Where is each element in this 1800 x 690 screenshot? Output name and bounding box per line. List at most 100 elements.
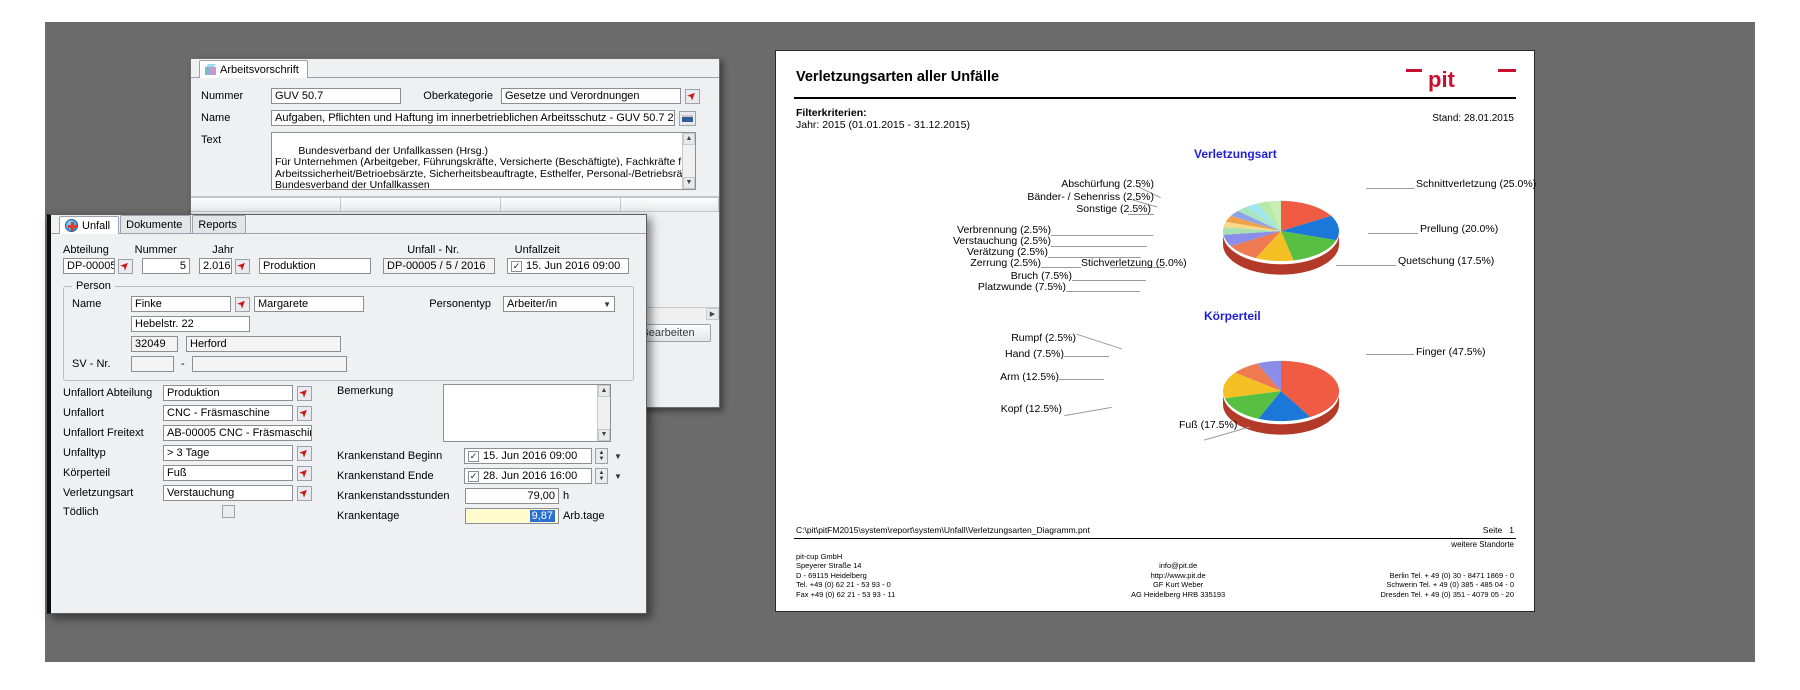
abteilung-red-arrow-icon[interactable]: ➤	[118, 258, 133, 274]
krankenstand-beginn-label: Krankenstand Beginn	[337, 450, 443, 462]
verletzungsart-input[interactable]: Verstauchung	[163, 485, 293, 501]
chart1-leader-verbrennung	[1051, 235, 1153, 236]
koerperteil-red-arrow-icon[interactable]: ➤	[297, 465, 312, 481]
oberkategorie-label: Oberkategorie	[423, 90, 493, 102]
unfalltyp-input[interactable]: > 3 Tage	[163, 445, 293, 461]
report-preview[interactable]: Verletzungsarten aller Unfälle pit Filte…	[775, 50, 1536, 612]
bemerkung-textarea[interactable]: ▲ ▼	[443, 384, 611, 442]
person-sv-row: SV - Nr. -	[72, 356, 625, 372]
chevron-down-icon-2[interactable]: ▼	[600, 300, 611, 309]
bemerkung-scroll-up-icon[interactable]: ▲	[598, 385, 610, 397]
krankenstand-beginn-input[interactable]: ✓ 15. Jun 2016 09:00	[464, 448, 592, 464]
footer-right: Berlin Tel. + 49 (0) 30 - 8471 1869 - 0 …	[1380, 570, 1515, 599]
krankenstand-ende-checkbox[interactable]: ✓	[468, 470, 479, 482]
tab-dokumente[interactable]: Dokumente	[120, 215, 192, 233]
krankenstand-beginn-chevron-down-icon[interactable]: ▼	[611, 452, 622, 461]
footer-left: pit-cup GmbH Speyerer Straße 14 D - 6911…	[796, 551, 896, 599]
report-page-number: 1	[1509, 525, 1514, 535]
fg-tabstrip: Unfall Dokumente Reports	[51, 215, 646, 234]
krankenstand-ende-spinner[interactable]: ▲ ▼	[595, 468, 608, 484]
krankenstandsstunden-input[interactable]: 79,00	[465, 488, 559, 504]
abteilung-input[interactable]: DP-00005	[63, 258, 115, 274]
plz-input[interactable]: 32049	[131, 336, 178, 352]
person-street-row: Hebelstr. 22	[72, 316, 625, 332]
oberkategorie-input[interactable]: Gesetze und Verordnungen	[501, 88, 681, 104]
unfallnr-input: DP-00005 / 5 / 2016	[383, 258, 495, 274]
toedlich-checkbox[interactable]	[221, 505, 235, 518]
name-input[interactable]: Aufgaben, Pflichten und Haftung im inner…	[271, 110, 675, 126]
sv-separator: -	[181, 358, 185, 370]
ort-input[interactable]: Herford	[186, 336, 341, 352]
printer-icon[interactable]	[679, 110, 696, 126]
toedlich-label: Tödlich	[63, 505, 99, 518]
bemerkung-vertical-scrollbar[interactable]: ▲ ▼	[597, 385, 610, 441]
sv-a-input[interactable]	[131, 356, 174, 372]
person-group: Person Name Finke ➤ Margarete Personenty…	[63, 280, 634, 381]
person-city-row: 32049 Herford	[72, 336, 625, 352]
row-text: Text Bundesverband der Unfallkassen (Hrs…	[201, 132, 709, 190]
unfallort-freitext-input[interactable]: AB-00005 CNC - Fräsmaschine	[163, 425, 312, 441]
verletzungsart-red-arrow-icon[interactable]: ➤	[297, 485, 312, 501]
oberkategorie-red-arrow-icon[interactable]: ➤	[685, 88, 700, 104]
chart2-label-hand: Hand (7.5%)	[1005, 348, 1064, 360]
bereich-input[interactable]: Produktion	[259, 258, 371, 274]
sv-b-input[interactable]	[191, 356, 347, 372]
chart1-leader-zerrung	[1041, 267, 1081, 268]
unfallort-red-arrow-icon[interactable]: ➤	[297, 405, 312, 421]
pit-logo: pit	[1406, 65, 1516, 95]
chart1-label-stichverletzung: Stichverletzung (5.0%)	[1081, 257, 1187, 269]
tab-reports[interactable]: Reports	[192, 215, 246, 233]
details-right: Bemerkung ▲ ▼ Krankenstand Beginn ✓ 15. …	[337, 384, 627, 524]
jahr-input[interactable]: 2.016	[199, 258, 232, 274]
name-label2: Name	[72, 298, 102, 310]
text-textarea[interactable]: Bundesverband der Unfallkassen (Hrsg.) F…	[271, 132, 696, 190]
krankenstand-beginn-spinner[interactable]: ▲ ▼	[595, 448, 608, 464]
grid-header[interactable]	[191, 197, 719, 212]
row-koerperteil: Körperteil Fuß ➤	[63, 465, 323, 481]
chart1-label-platzwunde: Platzwunde (7.5%)	[977, 281, 1066, 293]
nummer-input2[interactable]: 5	[142, 258, 190, 274]
krankenstand-beginn-checkbox[interactable]: ✓	[468, 450, 479, 462]
chart1-leader-quetschung	[1336, 265, 1396, 266]
personentyp-select[interactable]: Arbeiter/in ▼	[503, 296, 615, 312]
scroll-right-icon[interactable]: ▶	[706, 308, 719, 320]
scroll-up-icon[interactable]: ▲	[683, 133, 695, 145]
tab-unfall[interactable]: Unfall	[59, 216, 120, 234]
jahr-red-arrow-icon[interactable]: ➤	[235, 258, 250, 274]
tab-dokumente-label: Dokumente	[126, 218, 183, 231]
unfall-form: Abteilung Nummer Jahr Unfall - Nr. Unfal…	[51, 234, 646, 524]
krankenstand-ende-input[interactable]: ✓ 28. Jun 2016 16:00	[464, 468, 592, 484]
scroll-down-icon[interactable]: ▼	[683, 177, 695, 189]
strasse-input[interactable]: Hebelstr. 22	[131, 316, 250, 332]
bg-form: Nummer GUV 50.7 Oberkategorie Gesetze un…	[191, 78, 719, 190]
krankentage-value: 9,87	[529, 510, 555, 522]
row-unfalltyp: Unfalltyp > 3 Tage ➤	[63, 445, 323, 461]
unfall-window[interactable]: Unfall Dokumente Reports Abteilung Numme…	[47, 214, 647, 614]
nachname-input[interactable]: Finke	[131, 296, 231, 312]
report-page-label: Seite	[1482, 525, 1503, 535]
row-krankenstandsstunden: Krankenstandsstunden 79,00 h	[337, 488, 627, 504]
report-footer-rule	[794, 538, 1516, 539]
unfalltyp-red-arrow-icon[interactable]: ➤	[297, 445, 312, 461]
krankenstandsstunden-label: Krankenstandsstunden	[337, 490, 450, 502]
unfallzeit-input[interactable]: ✓ 15. Jun 2016 09:00 ▼	[507, 258, 629, 274]
person-red-arrow-icon[interactable]: ➤	[235, 296, 250, 312]
unfallort-abteilung-input[interactable]: Produktion	[163, 385, 293, 401]
footer-center: info@pit.de http://www.pit.de GF Kurt We…	[1131, 561, 1226, 599]
unfallzeit-checkbox[interactable]: ✓	[511, 260, 522, 272]
unfallort-abteilung-red-arrow-icon[interactable]: ➤	[297, 385, 312, 401]
bemerkung-scroll-down-icon[interactable]: ▼	[598, 429, 610, 441]
vorname-input[interactable]: Margarete	[254, 296, 364, 312]
tab-arbeitsvorschrift[interactable]: Arbeitsvorschrift	[199, 60, 308, 78]
krankenstand-ende-chevron-down-icon[interactable]: ▼	[611, 472, 622, 481]
name-label: Name	[201, 112, 231, 124]
report-header-rule	[794, 97, 1516, 99]
koerperteil-input[interactable]: Fuß	[163, 465, 293, 481]
chevron-down-icon[interactable]: ▼	[624, 262, 628, 271]
krankentage-input[interactable]: 9,87	[465, 508, 559, 524]
text-vertical-scrollbar[interactable]: ▲ ▼	[682, 133, 695, 189]
tab-unfall-label: Unfall	[82, 219, 111, 232]
unfallort-input[interactable]: CNC - Fräsmaschine	[163, 405, 293, 421]
nummer-input[interactable]: GUV 50.7	[271, 88, 401, 104]
report-stand: Stand: 28.01.2015	[1432, 113, 1514, 124]
